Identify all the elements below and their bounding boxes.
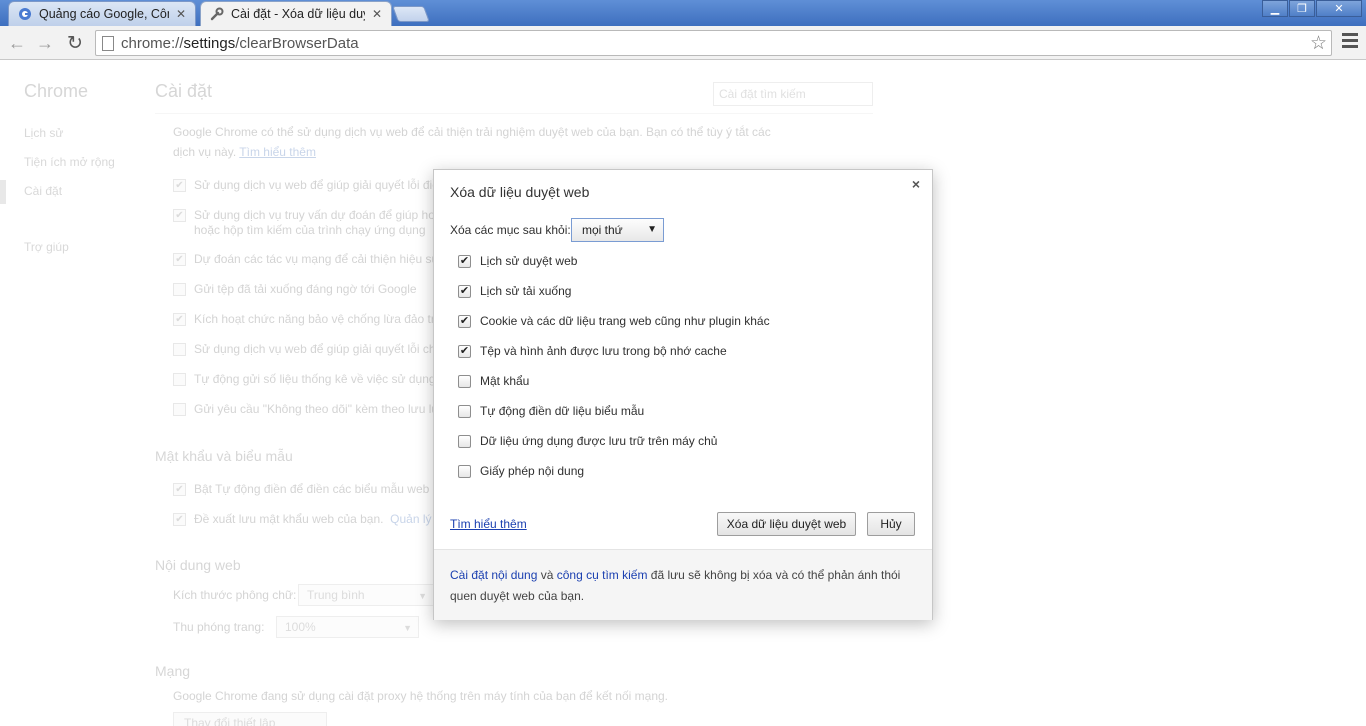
title-bar: Quảng cáo Google, Công ✕ Cài đặt - Xóa d… [0,0,1366,26]
footer-note: Cài đặt nội dung và công cụ tìm kiếm đã … [450,568,901,603]
back-arrow-icon[interactable]: ← [6,32,28,54]
option-download-history[interactable]: ✔ Lịch sử tải xuống [458,284,571,298]
google-icon [17,6,33,22]
checkbox[interactable] [458,434,471,448]
clear-data-button[interactable]: Xóa dữ liệu duyệt web [717,512,856,536]
learn-more-link[interactable]: Tìm hiểu thêm [450,517,527,531]
checkbox[interactable]: ✔ [458,344,471,358]
checkbox[interactable] [458,404,471,418]
checkbox[interactable] [458,464,471,478]
tab-title: Quảng cáo Google, Công [39,7,169,21]
restore-icon[interactable]: ❐ [1289,0,1315,17]
checkbox[interactable] [458,374,471,388]
tab-close-icon[interactable]: ✕ [371,7,383,21]
tab-google-ads[interactable]: Quảng cáo Google, Công ✕ [8,1,196,26]
option-hosted-app-data[interactable]: Dữ liệu ứng dụng được lưu trữ trên máy c… [458,434,717,448]
chrome-menu-icon[interactable] [1342,33,1358,51]
clear-browsing-data-dialog: Xóa dữ liệu duyệt web × Xóa các mục sau … [433,169,933,620]
option-cookies[interactable]: ✔ Cookie và các dữ liệu trang web cũng nh… [458,314,770,328]
option-autofill[interactable]: Tự động điền dữ liệu biểu mẫu [458,404,644,418]
dialog-footer: Cài đặt nội dung và công cụ tìm kiếm đã … [434,549,932,620]
bookmark-star-icon[interactable]: ☆ [1310,32,1327,55]
clear-from-label: Xóa các mục sau khỏi: [450,223,571,237]
page-icon [102,36,114,51]
dialog-title: Xóa dữ liệu duyệt web [450,184,590,200]
cancel-button[interactable]: Hủy [867,512,915,536]
time-range-select[interactable]: mọi thứ ▼ [571,218,664,242]
checkbox[interactable]: ✔ [458,254,471,268]
option-content-licenses[interactable]: Giấy phép nội dung [458,464,584,478]
search-engines-link[interactable]: công cụ tìm kiếm [557,568,648,582]
tab-title: Cài đặt - Xóa dữ liệu duyệt [231,7,365,21]
forward-arrow-icon[interactable]: → [34,32,56,54]
tab-settings[interactable]: Cài đặt - Xóa dữ liệu duyệt ✕ [200,1,392,26]
url-text: chrome://settings/clearBrowserData [121,35,359,52]
dropdown-arrow-icon: ▼ [647,224,657,235]
new-tab-button[interactable] [392,6,430,22]
address-bar[interactable]: chrome://settings/clearBrowserData ☆ [95,30,1332,56]
window-close-icon[interactable]: ✕ [1316,0,1362,17]
browser-toolbar: ← → ↻ chrome://settings/clearBrowserData… [0,26,1366,60]
reload-icon[interactable]: ↻ [64,32,86,54]
wrench-icon [209,6,225,22]
option-passwords[interactable]: Mật khẩu [458,374,529,388]
minimize-icon[interactable]: ▁ [1262,0,1288,17]
window-controls: ▁ ❐ ✕ [1261,0,1362,17]
option-cache[interactable]: ✔ Tệp và hình ảnh được lưu trong bộ nhớ c… [458,344,727,358]
tab-close-icon[interactable]: ✕ [175,7,187,21]
checkbox[interactable]: ✔ [458,314,471,328]
close-icon[interactable]: × [908,176,924,192]
checkbox[interactable]: ✔ [458,284,471,298]
option-browsing-history[interactable]: ✔ Lịch sử duyệt web [458,254,577,268]
content-settings-link[interactable]: Cài đặt nội dung [450,568,537,582]
